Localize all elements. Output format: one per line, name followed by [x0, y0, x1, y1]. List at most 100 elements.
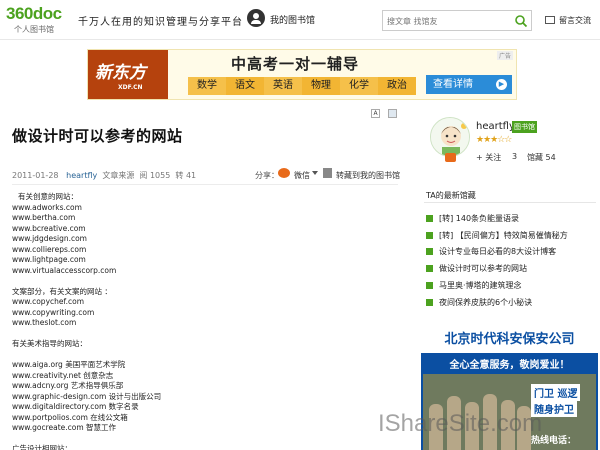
- ad-subjects: 数学 语文 英语 物理 化学 政治: [188, 77, 416, 95]
- content-line: 广告设计相网站：: [12, 444, 72, 450]
- profile-name[interactable]: heartfly: [476, 121, 515, 132]
- ad-details-button[interactable]: 查看详情 ▶: [426, 75, 512, 94]
- content-line: www.copywriting.com: [12, 307, 95, 317]
- ad-tag[interactable]: 广告: [496, 51, 513, 60]
- ad-logo-text: 新东方: [95, 63, 146, 83]
- chat-icon[interactable]: [445, 153, 456, 162]
- image-toggle-icon[interactable]: [388, 109, 397, 118]
- avatar[interactable]: [430, 117, 470, 157]
- chevron-down-icon[interactable]: [312, 171, 318, 175]
- ad-details-label: 查看详情: [433, 79, 473, 90]
- article-source: 文章来源: [102, 171, 135, 180]
- bullet-icon: [426, 265, 433, 273]
- watermark: IShareSite.com: [378, 410, 543, 437]
- article-content: 有关创意的网站： www.adworks.com www.bertha.com www…: [12, 192, 398, 450]
- article-reposts: 转 41: [175, 171, 197, 180]
- article-meta: 2011-01-28 heartfly 文章来源 阅 1055 转 41: [12, 170, 196, 181]
- article-author[interactable]: heartfly: [66, 171, 97, 180]
- content-line: www.adcny.org 艺术指导俱乐部: [12, 381, 124, 390]
- ad-subject: 化学: [340, 77, 378, 95]
- article-title: 做设计时可以参考的网站: [12, 127, 183, 145]
- wechat-share-button[interactable]: 微信: [294, 170, 310, 181]
- collection-count[interactable]: 馆藏 54: [527, 152, 556, 163]
- ad-subject: 数学: [188, 77, 226, 95]
- content-line: www.adworks.com: [12, 202, 82, 212]
- content-line: 文案部分，有关文案的网站 ：: [12, 286, 112, 296]
- avatar-image: [431, 118, 469, 156]
- bullet-icon: [426, 214, 433, 222]
- article-reads: 阅 1055: [139, 171, 171, 180]
- user-icon[interactable]: [247, 9, 265, 27]
- list-item-link[interactable]: 夜间保养皮肤的6个小秘诀: [439, 297, 532, 308]
- content-line: www.lightpage.com: [12, 255, 86, 264]
- bullet-icon: [426, 248, 433, 256]
- logo[interactable]: 360doc: [6, 4, 62, 24]
- list-item-link[interactable]: 马里奥·博塔的建筑理念: [439, 280, 522, 291]
- follow-button[interactable]: + 关注: [476, 152, 501, 163]
- search-icon[interactable]: [514, 14, 528, 28]
- list-item[interactable]: 夜间保养皮肤的6个小秘诀: [426, 294, 568, 311]
- messages-link[interactable]: 留言交流: [559, 15, 591, 26]
- content-line: www.colliereps.com: [12, 244, 87, 254]
- content-line: www.graphic-design.com 设计与出版公司: [12, 391, 162, 401]
- list-item-link[interactable]: 设计专业每日必看的8大设计博客: [439, 246, 556, 257]
- my-library-link[interactable]: 我的图书馆: [270, 13, 315, 26]
- list-item[interactable]: [转] 【民间偏方】特效简易催情秘方: [426, 227, 568, 244]
- side-ad-title: 北京时代科安保安公司: [421, 326, 598, 353]
- search-input[interactable]: [387, 14, 507, 28]
- message-icon[interactable]: [545, 16, 555, 24]
- content-line: www.creativity.net 创意杂志: [12, 370, 114, 380]
- ad-subject: 物理: [302, 77, 340, 95]
- article-date: 2011-01-28: [12, 171, 59, 180]
- content-line: www.bertha.com: [12, 213, 76, 222]
- arrow-right-icon: ▶: [496, 79, 507, 90]
- content-line: www.jdgdesign.com: [12, 234, 87, 243]
- search-box: [382, 10, 532, 31]
- follow-count: 3: [512, 152, 518, 161]
- logo-subtitle: 个人图书馆: [14, 25, 54, 34]
- bullet-icon: [426, 231, 433, 239]
- bullet-icon: [426, 298, 433, 306]
- header: 360doc 个人图书馆 千万人在用的知识管理与分享平台 我的图书馆 留言交流: [0, 0, 600, 40]
- content-line: 有关创意的网站：: [18, 192, 78, 201]
- divider: [12, 184, 398, 185]
- content-line: www.digitaldirectory.com 数字名录: [12, 402, 139, 411]
- content-line: www.bcreative.com: [12, 223, 86, 233]
- wechat-icon[interactable]: [278, 168, 290, 178]
- list-item[interactable]: 马里奥·博塔的建筑理念: [426, 277, 568, 294]
- ad-logo: 新东方 XDF.CN: [88, 50, 168, 99]
- save-to-library-button[interactable]: 转藏到我的图书馆: [336, 170, 400, 181]
- content-line: 有关美术指导的网站：: [12, 339, 87, 348]
- bookmark-icon[interactable]: [323, 168, 332, 178]
- latest-section-title: TA的最新馆藏: [426, 191, 476, 200]
- list-item-link[interactable]: 做设计时可以参考的网站: [439, 263, 527, 274]
- share-label: 分享：: [255, 171, 279, 180]
- list-item-link[interactable]: [转] 140条负能量语录: [439, 213, 519, 224]
- list-item-link[interactable]: [转] 【民间偏方】特效简易催情秘方: [439, 230, 568, 241]
- ad-banner[interactable]: 新东方 XDF.CN 中高考一对一辅导 数学 语文 英语 物理 化学 政治 查看…: [87, 49, 517, 100]
- ad-title: 中高考一对一辅导: [231, 55, 360, 73]
- ad-subject: 语文: [226, 77, 264, 95]
- list-item[interactable]: 做设计时可以参考的网站: [426, 260, 568, 277]
- ad-subject: 政治: [378, 77, 416, 95]
- content-line: www.virtualaccesscorp.com: [12, 265, 117, 275]
- latest-list: [转] 140条负能量语录 [转] 【民间偏方】特效简易催情秘方 设计专业每日必…: [426, 210, 568, 311]
- ad-subject: 英语: [264, 77, 302, 95]
- slogan: 千万人在用的知识管理与分享平台: [78, 17, 243, 28]
- font-size-toggle[interactable]: A: [371, 109, 380, 118]
- side-ad-service-1: 门卫 巡逻: [531, 384, 581, 401]
- library-badge: 图书馆: [512, 121, 537, 133]
- ad-logo-sub: XDF.CN: [118, 84, 143, 91]
- content-line: www.gocreate.com 智慧工作: [12, 423, 117, 432]
- bullet-icon: [426, 282, 433, 290]
- content-line: www.copychef.com: [12, 297, 84, 306]
- side-ad-slogan: 全心全意服务，敬岗爱业！: [449, 360, 570, 371]
- list-item[interactable]: 设计专业每日必看的8大设计博客: [426, 244, 568, 261]
- profile-rating: ★★★☆☆: [476, 135, 512, 145]
- list-item[interactable]: [转] 140条负能量语录: [426, 210, 568, 227]
- content-line: www.aiga.org 美国平面艺术学院: [12, 360, 126, 369]
